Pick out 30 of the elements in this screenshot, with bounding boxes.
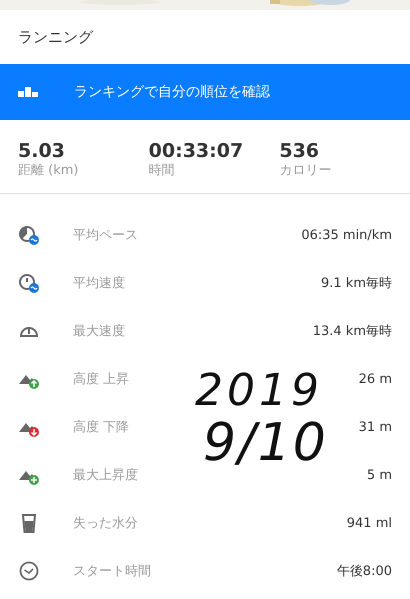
metric-label: 最大上昇度 [73, 467, 139, 484]
clock-icon [18, 560, 40, 582]
stat-label: 時間 [148, 162, 176, 179]
metric-label: 平均速度 [73, 275, 126, 292]
podium-icon [18, 87, 38, 97]
handwritten-note: 2019 [195, 369, 324, 413]
stat-label: 距離 (km) [18, 162, 80, 179]
metric-value: 9.1 km毎時 [321, 275, 392, 292]
stat-label: カロリー [279, 162, 332, 179]
metric-value: 13.4 km毎時 [312, 323, 392, 340]
metric-value: 31 m [358, 420, 392, 434]
metric-label: スタート時間 [73, 563, 152, 580]
handwritten-note: 9/10 [203, 417, 328, 469]
speedometer-icon [18, 224, 40, 246]
metric-value: 26 m [358, 372, 392, 386]
speedometer-icon [18, 272, 40, 294]
metric-value: 941 ml [346, 516, 392, 530]
screen-title: ランニング [17, 27, 94, 48]
metric-label: 高度 上昇 [73, 371, 130, 388]
metric-label: 失った水分 [73, 515, 139, 532]
metric-value: 午後8:00 [336, 563, 392, 580]
metric-label: 最大速度 [73, 323, 126, 340]
metric-value: 06:35 min/km [301, 228, 392, 242]
stat-value: 536 [279, 140, 320, 162]
stat-value: 00:33:07 [148, 140, 244, 162]
metric-label: 平均ペース [73, 227, 139, 244]
stat-value: 5.03 [18, 140, 66, 162]
ranking-banner[interactable]: ランキングで自分の順位を確認 [0, 64, 410, 120]
metric-value: 5 m [366, 468, 392, 482]
metric-label: 高度 下降 [73, 419, 130, 436]
